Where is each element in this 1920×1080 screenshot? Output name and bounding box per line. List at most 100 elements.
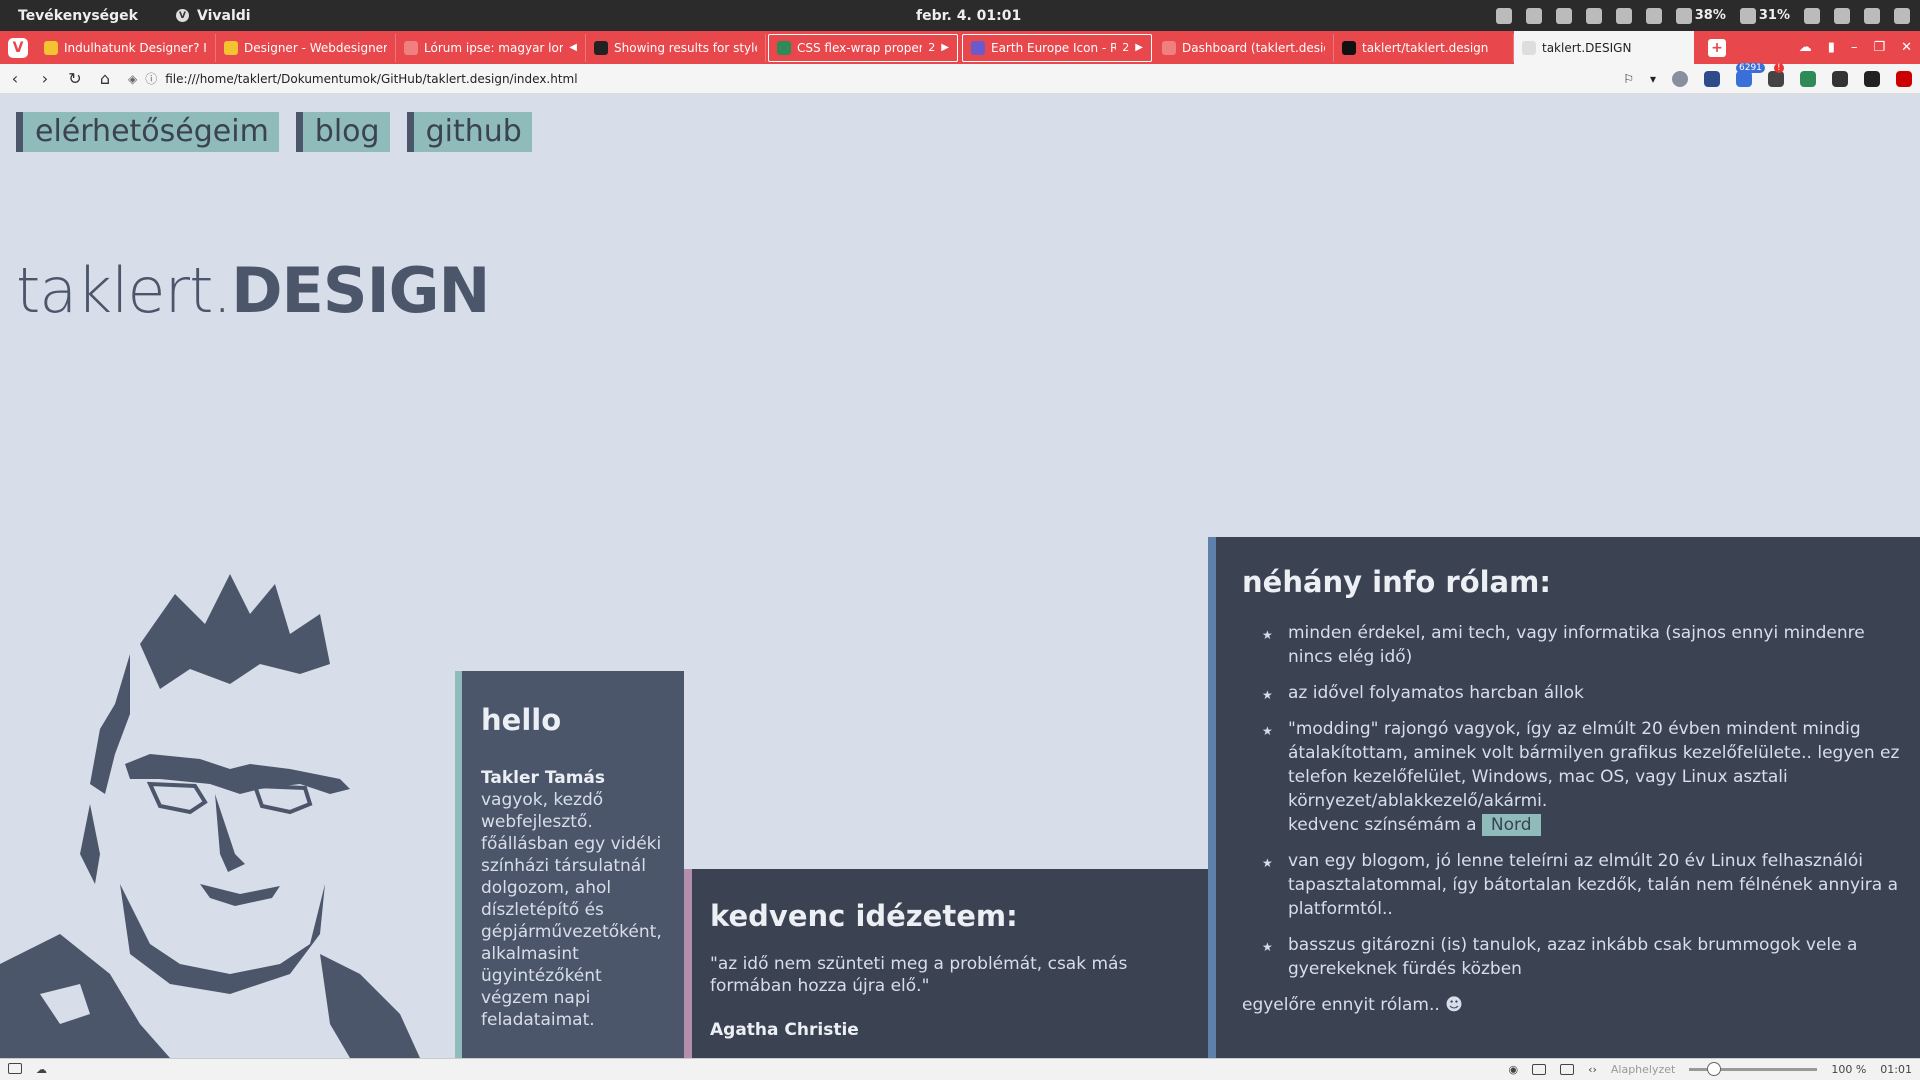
coffee-icon[interactable] <box>1495 7 1512 24</box>
zoom-level: 100 % <box>1831 1063 1867 1076</box>
forward-icon[interactable]: › <box>30 69 60 88</box>
status-right: ◉ ‹› Alaphelyzet 100 % 01:01 <box>1508 1062 1912 1076</box>
reset-zoom-label[interactable]: Alaphelyzet <box>1611 1063 1675 1076</box>
tab[interactable]: Dashboard (taklert.design) <box>1154 33 1334 62</box>
bookmark-icon[interactable]: ⚐ <box>1623 72 1634 86</box>
hello-text: Takler Tamás vagyok, kezdő webfejlesztő. … <box>481 768 662 1030</box>
dropdown-icon[interactable]: ▾ <box>1650 72 1656 86</box>
system-top-bar: Tevékenységek V Vivaldi febr. 4. 01:01 3… <box>0 0 1920 31</box>
app-name: Vivaldi <box>196 7 251 24</box>
activities-button[interactable]: Tevékenységek <box>0 8 138 24</box>
extension-badge: ! <box>1774 62 1784 73</box>
tile-icon[interactable] <box>1532 1064 1547 1075</box>
info-title: néhány info rólam: <box>1242 565 1551 599</box>
favicon-icon <box>594 40 608 55</box>
minimize-icon[interactable]: – <box>1851 40 1858 55</box>
settings-icon[interactable] <box>1525 7 1542 24</box>
tab[interactable]: Designer - Webdesigner tar <box>216 33 396 62</box>
trash-icon[interactable]: ▮ <box>1828 40 1835 55</box>
cloud-icon[interactable]: ☁ <box>36 1063 47 1076</box>
network-icon[interactable] <box>1834 7 1850 24</box>
battery-icon <box>1739 7 1756 24</box>
image-icon[interactable] <box>1560 1064 1575 1075</box>
site-logo: taklert.DESIGN <box>16 254 490 327</box>
favicon-icon <box>777 40 791 55</box>
screen-icon[interactable] <box>1804 7 1820 24</box>
zoom-slider-knob[interactable] <box>1707 1062 1722 1076</box>
new-tab-button[interactable]: + <box>1708 38 1726 57</box>
home-icon[interactable]: ⌂ <box>90 69 120 88</box>
ublock-icon[interactable] <box>1896 70 1912 87</box>
site-nav: elérhetőségeim blog github <box>16 112 532 152</box>
nav-link-github[interactable]: github <box>406 112 532 152</box>
tab[interactable]: taklert/taklert.design <box>1334 33 1514 62</box>
nord-highlight: Nord <box>1481 814 1541 836</box>
system-tray: 38% 31% <box>1495 7 1910 24</box>
info-card: néhány info rólam: minden érdekel, ami t… <box>1208 537 1920 1058</box>
zoom-slider[interactable] <box>1689 1062 1818 1076</box>
nav-link-blog[interactable]: blog <box>295 112 390 152</box>
browser-status-bar: ☁ ◉ ‹› Alaphelyzet 100 % 01:01 <box>0 1058 1920 1080</box>
volume-icon[interactable] <box>1864 7 1880 24</box>
stack-arrow-icon[interactable]: ◀ <box>569 42 577 53</box>
battery-indicator-1[interactable]: 38% <box>1675 7 1726 24</box>
system-clock[interactable]: febr. 4. 01:01 <box>916 8 1021 24</box>
address-field[interactable]: ◈ ⓘ file:///home/taklert/Dokumentumok/Gi… <box>128 70 1568 87</box>
portrait-illustration <box>0 574 420 1058</box>
power-icon[interactable] <box>1894 7 1910 24</box>
people-icon[interactable] <box>1615 7 1632 24</box>
list-item: "modding" rajongó vagyok, így az elmúlt … <box>1262 717 1900 837</box>
status-left: ☁ <box>0 1063 47 1076</box>
favicon-icon <box>1162 40 1176 55</box>
close-icon[interactable]: ✕ <box>1901 40 1912 55</box>
extension-icon[interactable] <box>1832 70 1848 87</box>
list-item: basszus gitározni (is) tanulok, azaz ink… <box>1262 933 1900 981</box>
window-controls: ☁ ▮ – ❐ ✕ <box>1799 40 1912 55</box>
app-menu[interactable]: V Vivaldi <box>175 7 251 24</box>
list-item: van egy blogom, jó lenne teleírni az elm… <box>1262 849 1900 921</box>
back-icon[interactable]: ‹ <box>0 69 30 88</box>
info-list: minden érdekel, ami tech, vagy informati… <box>1242 621 1900 981</box>
extension-badge: 6291 <box>1736 62 1765 73</box>
tab-stack[interactable]: CSS flex-wrap property 2 ▶ <box>768 33 958 62</box>
quote-text: "az idő nem szünteti meg a problémát, cs… <box>710 954 1128 996</box>
tab[interactable]: Lórum ipse: magyar lorem◀ <box>396 33 586 62</box>
favicon-icon <box>224 40 238 55</box>
panel-toggle-icon[interactable] <box>8 1063 22 1074</box>
status-clock: 01:01 <box>1880 1063 1912 1076</box>
stack-arrow-icon[interactable]: ▶ <box>941 42 949 53</box>
tab-stack[interactable]: Earth Europe Icon - Re 2 ▶ <box>962 33 1152 62</box>
extension-icon[interactable]: ! <box>1768 62 1784 87</box>
extension-icon[interactable]: 6291 <box>1736 62 1765 87</box>
battery-indicator-2[interactable]: 31% <box>1739 7 1790 24</box>
puzzle-icon[interactable] <box>1555 7 1572 24</box>
clipboard-icon[interactable] <box>1585 7 1602 24</box>
url-text[interactable]: file:///home/taklert/Dokumentumok/GitHub… <box>165 72 577 86</box>
favicon-icon <box>971 40 985 55</box>
camera-icon[interactable]: ◉ <box>1508 1063 1518 1076</box>
extension-icon[interactable] <box>1864 70 1880 87</box>
list-item: minden érdekel, ami tech, vagy informati… <box>1262 621 1900 669</box>
nav-link-contact[interactable]: elérhetőségeim <box>16 112 279 152</box>
hello-title: hello <box>481 703 562 737</box>
favicon-icon <box>44 40 58 55</box>
vivaldi-app-icon: V <box>175 9 189 22</box>
quote-author: Agatha Christie <box>710 1020 859 1040</box>
extension-icon[interactable] <box>1704 70 1720 87</box>
pen-icon[interactable] <box>1645 7 1662 24</box>
tab[interactable]: Indulhatunk Designer? Info <box>36 33 216 62</box>
extension-icon[interactable] <box>1800 70 1816 87</box>
code-icon[interactable]: ‹› <box>1588 1063 1597 1076</box>
stack-arrow-icon[interactable]: ▶ <box>1135 42 1143 53</box>
shield-icon[interactable]: ◈ <box>128 72 137 86</box>
tab[interactable]: Showing results for style.c <box>586 33 766 62</box>
info-icon[interactable]: ⓘ <box>145 70 157 87</box>
browser-tab-bar: V Indulhatunk Designer? Info Designer - … <box>0 31 1920 64</box>
reload-icon[interactable]: ↻ <box>60 69 90 88</box>
vivaldi-menu-icon[interactable]: V <box>8 37 28 58</box>
maximize-icon[interactable]: ❐ <box>1873 40 1885 55</box>
sync-icon[interactable]: ☁ <box>1799 40 1812 55</box>
tab-active[interactable]: taklert.DESIGN <box>1514 31 1694 64</box>
profile-icon[interactable] <box>1672 70 1688 87</box>
quote-card: kedvenc idézetem: "az idő nem szünteti m… <box>684 869 1208 1058</box>
